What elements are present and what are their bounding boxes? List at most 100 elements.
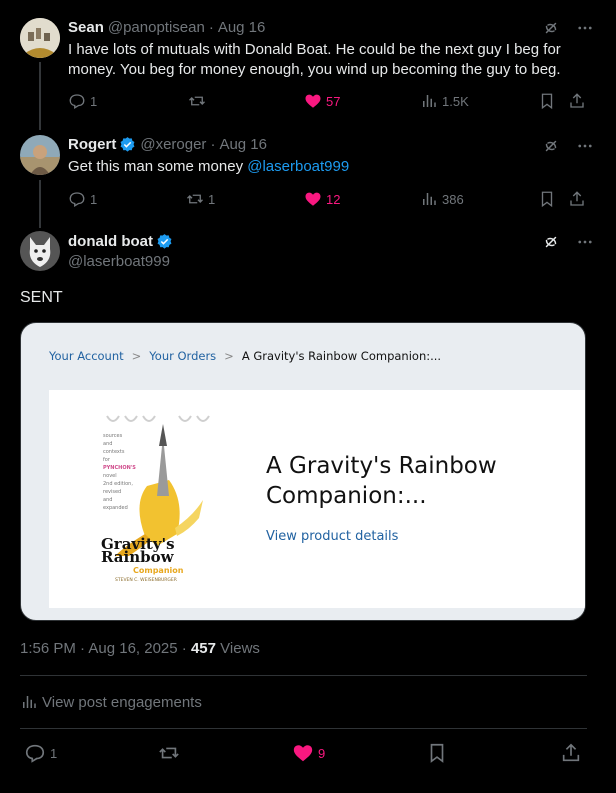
views-count: 457 bbox=[190, 640, 216, 657]
views-count: 1.5K bbox=[442, 93, 469, 109]
thread-line bbox=[39, 62, 41, 130]
book-blurb-line: PYNCHON'S bbox=[103, 465, 136, 471]
author-handle[interactable]: @xeroger bbox=[140, 136, 206, 153]
retweet-button[interactable]: 1 bbox=[186, 190, 215, 208]
breadcrumb-your-orders[interactable]: Your Orders bbox=[149, 349, 216, 363]
views-label: Views bbox=[220, 640, 260, 657]
grok-icon[interactable] bbox=[542, 137, 560, 155]
book-title: Gravity's Rainbow bbox=[101, 537, 211, 566]
view-product-details-link[interactable]: View product details bbox=[266, 529, 398, 544]
retweet-icon bbox=[189, 96, 205, 106]
reply-icon bbox=[69, 94, 85, 109]
bookmark-icon bbox=[541, 93, 553, 110]
breadcrumb: Your Account > Your Orders > A Gravity's… bbox=[49, 349, 441, 363]
tweet-text: I have lots of mutuals with Donald Boat.… bbox=[68, 41, 561, 78]
like-count: 57 bbox=[326, 93, 341, 109]
breadcrumb-separator: > bbox=[131, 349, 142, 363]
bookmark-icon bbox=[430, 743, 444, 763]
bookmark-icon bbox=[541, 191, 553, 208]
retweet-button[interactable] bbox=[188, 92, 210, 110]
view-engagements-button[interactable]: View post engagements bbox=[20, 693, 202, 711]
book-blurb-line: and bbox=[103, 497, 113, 503]
views-count: 386 bbox=[442, 191, 464, 207]
breadcrumb-your-account[interactable]: Your Account bbox=[49, 349, 124, 363]
avatar[interactable] bbox=[20, 18, 60, 58]
retweet-count: 1 bbox=[208, 191, 216, 207]
views-icon bbox=[423, 95, 436, 107]
book-blurb: sources and contexts for PYNCHON'S novel… bbox=[103, 432, 151, 512]
product-title[interactable]: A Gravity's Rainbow Companion:... bbox=[266, 451, 556, 511]
views-button[interactable]: 1.5K bbox=[420, 92, 469, 110]
verified-badge-icon bbox=[120, 137, 135, 152]
post-timestamp[interactable]: 1:56 PM · Aug 16, 2025 · bbox=[20, 640, 191, 657]
tweet-text-prefix: Get this man some money bbox=[68, 158, 248, 175]
mention-link[interactable]: @laserboat999 bbox=[247, 158, 349, 175]
tweet-date[interactable]: Aug 16 bbox=[218, 19, 266, 36]
verified-badge-icon bbox=[157, 234, 172, 249]
reply-count: 1 bbox=[90, 191, 98, 207]
avatar[interactable] bbox=[20, 135, 60, 175]
author-name[interactable]: Sean bbox=[68, 19, 104, 36]
divider bbox=[20, 675, 587, 676]
book-blurb-line: 2nd edition, bbox=[103, 481, 133, 487]
book-blurb-line: novel bbox=[103, 473, 117, 479]
more-icon[interactable] bbox=[576, 137, 594, 155]
post-metadata: 1:56 PM · Aug 16, 2025 · 457 Views bbox=[20, 640, 260, 657]
book-blurb-line: for bbox=[103, 457, 110, 463]
breadcrumb-current: A Gravity's Rainbow Companion:... bbox=[241, 349, 442, 363]
bookmark-button[interactable] bbox=[538, 190, 556, 208]
share-icon bbox=[562, 743, 580, 762]
divider bbox=[20, 728, 587, 729]
tweet-text: SENT bbox=[20, 289, 63, 306]
book-subtitle: Companion bbox=[133, 566, 184, 575]
like-button[interactable]: 9 bbox=[292, 742, 325, 764]
like-button[interactable]: 12 bbox=[304, 190, 340, 208]
author-handle[interactable]: @panoptisean bbox=[108, 19, 205, 36]
share-button[interactable] bbox=[568, 92, 586, 110]
author-name[interactable]: Rogert bbox=[68, 136, 116, 153]
bookmark-button[interactable] bbox=[538, 92, 556, 110]
retweet-icon bbox=[187, 194, 203, 204]
more-icon[interactable] bbox=[576, 19, 594, 37]
heart-filled-icon bbox=[305, 94, 321, 108]
breadcrumb-separator: > bbox=[224, 349, 234, 363]
views-button[interactable]: 386 bbox=[420, 190, 464, 208]
reply-icon bbox=[69, 192, 85, 207]
share-icon bbox=[570, 191, 584, 206]
views-icon bbox=[423, 193, 436, 205]
like-button[interactable]: 57 bbox=[304, 92, 340, 110]
link-card[interactable]: Your Account > Your Orders > A Gravity's… bbox=[20, 322, 586, 621]
heart-filled-icon bbox=[305, 192, 321, 206]
reply-button[interactable]: 1 bbox=[68, 190, 97, 208]
separator-dot: · bbox=[210, 136, 216, 153]
book-blurb-line: contexts bbox=[103, 449, 125, 455]
retweet-button[interactable] bbox=[158, 742, 180, 764]
heart-filled-icon bbox=[293, 745, 313, 762]
book-title-line2: Rainbow bbox=[101, 548, 174, 566]
separator-dot: · bbox=[208, 19, 214, 36]
book-cover-image[interactable]: sources and contexts for PYNCHON'S novel… bbox=[85, 406, 225, 592]
avatar[interactable] bbox=[20, 231, 60, 271]
grok-icon[interactable] bbox=[542, 233, 560, 251]
reply-count: 1 bbox=[50, 745, 58, 761]
product-panel: sources and contexts for PYNCHON'S novel… bbox=[49, 390, 585, 608]
tweet-date[interactable]: Aug 16 bbox=[219, 136, 267, 153]
reply-button[interactable]: 1 bbox=[24, 742, 57, 764]
author-name[interactable]: donald boat bbox=[68, 233, 153, 250]
reply-button[interactable]: 1 bbox=[68, 92, 97, 110]
author-handle[interactable]: @laserboat999 bbox=[68, 253, 170, 270]
book-blurb-line: revised bbox=[103, 489, 122, 495]
share-button[interactable] bbox=[560, 742, 582, 764]
grok-icon[interactable] bbox=[542, 19, 560, 37]
book-blurb-line: and bbox=[103, 441, 113, 447]
tweet-text: Get this man some money @laserboat999 bbox=[68, 157, 349, 177]
thread-line bbox=[39, 180, 41, 228]
more-icon[interactable] bbox=[576, 233, 594, 251]
share-icon bbox=[570, 93, 584, 108]
retweet-icon bbox=[159, 747, 179, 759]
reply-count: 1 bbox=[90, 93, 98, 109]
reply-icon bbox=[25, 744, 45, 763]
book-blurb-line: expanded bbox=[103, 505, 128, 511]
bookmark-button[interactable] bbox=[426, 742, 448, 764]
share-button[interactable] bbox=[568, 190, 586, 208]
